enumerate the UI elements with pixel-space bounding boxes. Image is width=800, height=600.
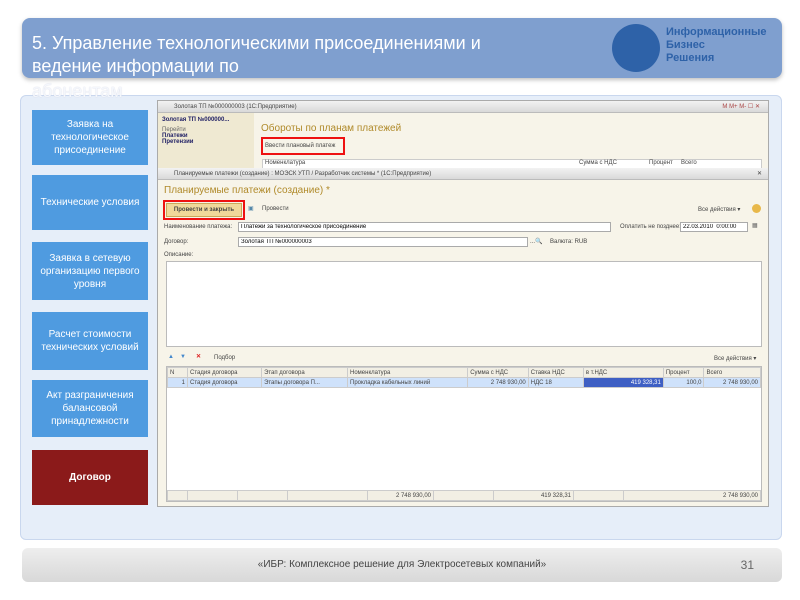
close-icon[interactable]: ✕ [757, 168, 762, 180]
sidebar-item-contract[interactable]: Договор [32, 450, 148, 505]
page-number: 31 [740, 558, 754, 572]
save-icon[interactable]: ▣ [248, 205, 254, 212]
search-icon[interactable]: ...🔍 [530, 238, 542, 245]
window2-title: Планируемые платежи (создание) : МОЭСК У… [174, 171, 432, 177]
contract-label: Договор: [164, 239, 189, 245]
column-header: Этап договора [261, 367, 349, 378]
window2-heading: Планируемые платежи (создание) * [164, 185, 330, 196]
column-header: Всего [703, 367, 761, 378]
payment-name-input[interactable] [238, 222, 611, 232]
window1-nav: Золотая ТП №000000... Перейти Платежи Пр… [158, 113, 254, 169]
memory-minus-button[interactable]: M- [739, 104, 746, 110]
column-header: Ставка НДС [527, 367, 584, 378]
delete-icon[interactable]: ✕ [196, 353, 201, 360]
slide-title: 5. Управление технологическими присоедин… [32, 33, 481, 76]
sidebar-item-balance-act[interactable]: Акт разграничения балансовой принадлежно… [32, 380, 148, 437]
post-and-close-button[interactable]: Провести и закрыть [166, 203, 242, 217]
window1-titlebar: Золотая ТП №000000003 (1С:Предприятие) M… [158, 101, 768, 113]
slide-header: 5. Управление технологическими присоедин… [22, 18, 782, 78]
currency-label: Валюта: [550, 239, 573, 245]
move-down-icon[interactable]: ▼ [180, 354, 186, 360]
pay-before-label: Оплатить не позднее: [620, 224, 681, 230]
payments-table: N Стадия договора Этап договора Номенкла… [166, 366, 762, 502]
sidebar-item-cost-calculation[interactable]: Расчет стоимости технических условий [32, 312, 148, 370]
sidebar-item-tech-conditions[interactable]: Технические условия [32, 175, 148, 230]
column-header: Сумма с НДС [579, 160, 617, 166]
cell[interactable]: 100,0 [662, 377, 705, 388]
table-all-actions-menu[interactable]: Все действия ▾ [714, 355, 756, 362]
total-sum: 2 748 930,00 [367, 490, 434, 501]
column-header: Сумма с НДС [467, 367, 529, 378]
memory-button[interactable]: M [722, 104, 727, 110]
column-header: Процент [662, 367, 705, 378]
description-label: Описание: [164, 252, 194, 258]
enter-planned-payment-link[interactable]: Ввести плановый платеж [265, 143, 335, 149]
totals-row: 2 748 930,00 419 328,31 2 748 930,00 [167, 490, 761, 501]
column-header: N [167, 367, 188, 378]
sidebar-item-application[interactable]: Заявка на технологическое присоединение [32, 110, 148, 165]
move-up-icon[interactable]: ▲ [168, 354, 174, 360]
column-header: Номенклатура [265, 160, 306, 166]
slide-footer: «ИБР: Комплексное решение для Электросет… [22, 548, 782, 582]
app-screenshot: Золотая ТП №000000003 (1С:Предприятие) M… [157, 100, 769, 507]
cell[interactable]: Этапы договора П... [261, 377, 349, 388]
logo-line: Решения [666, 52, 715, 64]
window1-heading: Обороты по планам платежей [261, 123, 402, 134]
slide-title-overflow: абонентам [32, 81, 123, 101]
column-header: Процент [649, 160, 673, 166]
total-vat: 419 328,31 [493, 490, 574, 501]
post-button[interactable]: Провести [262, 206, 289, 212]
window2-titlebar: Планируемые платежи (создание) : МОЭСК У… [158, 168, 768, 180]
cell[interactable]: Стадия договора [186, 377, 263, 388]
all-actions-menu[interactable]: Все действия ▾ [698, 206, 740, 213]
cell[interactable]: Прокладка кабельных линий [347, 377, 469, 388]
column-header: Всего [681, 160, 697, 166]
close-icon[interactable]: ☐ ✕ [748, 104, 760, 110]
cell[interactable]: 2 748 930,00 [703, 377, 761, 388]
footer-text: «ИБР: Комплексное решение для Электросет… [257, 559, 547, 570]
cell-selected[interactable]: 419 328,31 [582, 377, 664, 388]
cell: 1 [167, 377, 188, 388]
cell[interactable]: НДС 18 [527, 377, 584, 388]
column-header: Стадия договора [186, 367, 263, 378]
nav-title: Золотая ТП №000000... [162, 117, 230, 123]
currency-value: RUB [574, 239, 588, 245]
contract-input[interactable] [238, 237, 528, 247]
memory-plus-button[interactable]: M+ [729, 104, 738, 110]
logo-emblem-icon [612, 24, 660, 72]
logo-line: Информационные [666, 26, 767, 38]
pay-before-date-input[interactable] [680, 222, 748, 232]
window1-title: Золотая ТП №000000003 (1С:Предприятие) [174, 104, 297, 110]
total-all: 2 748 930,00 [623, 490, 761, 501]
description-textarea[interactable] [166, 261, 762, 347]
company-logo: Информационные Бизнес Решения [612, 24, 774, 72]
nav-claims[interactable]: Претензии [158, 139, 254, 145]
help-icon[interactable] [752, 204, 761, 213]
sidebar-item-network-application[interactable]: Заявка в сетевую организацию первого уро… [32, 242, 148, 300]
column-header: в т.НДС [582, 367, 664, 378]
table-row[interactable]: 1 Стадия договора Этапы договора П... Пр… [167, 377, 761, 388]
payment-name-label: Наименование платежа: [164, 224, 233, 230]
column-header: Номенклатура [347, 367, 469, 378]
pick-button[interactable]: Подбор [214, 355, 235, 361]
logo-line: Бизнес [666, 39, 705, 51]
calendar-icon[interactable]: ▦ [752, 222, 758, 229]
cell[interactable]: 2 748 930,00 [467, 377, 529, 388]
table-header-row: N Стадия договора Этап договора Номенкла… [167, 367, 761, 378]
